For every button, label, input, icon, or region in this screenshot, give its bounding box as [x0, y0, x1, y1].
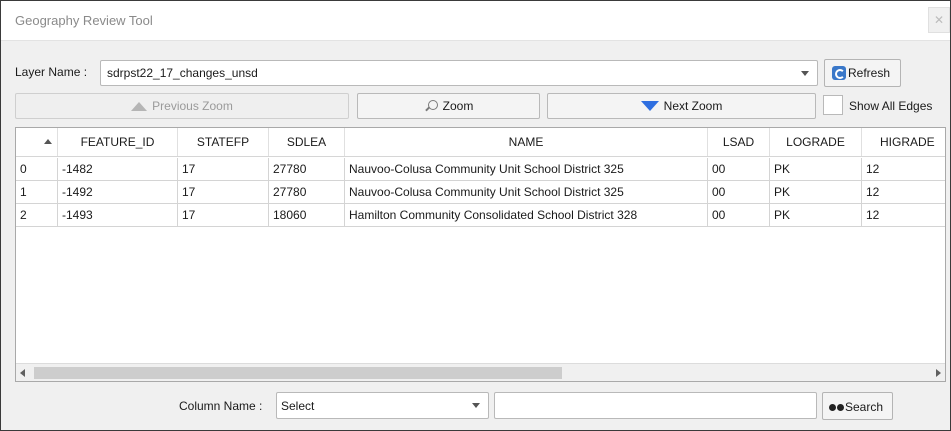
layer-name-select[interactable]: sdrpst22_17_changes_unsd — [100, 60, 818, 86]
column-header-sdlea[interactable]: SDLEA — [269, 128, 345, 156]
table-body: 0 -1482 17 27780 Nauvoo-Colusa Community… — [16, 158, 945, 362]
feature-id-cell: -1492 — [58, 181, 178, 204]
features-table: FEATURE_ID STATEFP SDLEA NAME LSAD LOGRA… — [15, 127, 946, 382]
statefp-cell: 17 — [178, 181, 269, 204]
chevron-down-icon — [801, 71, 809, 76]
statefp-cell: 17 — [178, 158, 269, 181]
scrollbar-thumb[interactable] — [34, 367, 562, 379]
table-row[interactable]: 0 -1482 17 27780 Nauvoo-Colusa Community… — [16, 158, 945, 181]
lograde-cell: PK — [770, 158, 862, 181]
geography-review-window: Geography Review Tool ✕ Layer Name : sdr… — [0, 0, 951, 431]
statefp-cell: 17 — [178, 204, 269, 227]
table-row[interactable]: 2 -1493 17 18060 Hamilton Community Cons… — [16, 204, 945, 227]
higrade-cell: 12 — [862, 158, 945, 181]
column-header-lsad[interactable]: LSAD — [708, 128, 770, 156]
row-index-cell: 0 — [16, 158, 58, 181]
title-bar: Geography Review Tool ✕ — [1, 1, 950, 41]
refresh-icon — [832, 66, 846, 80]
close-button[interactable]: ✕ — [928, 7, 950, 33]
magnifier-icon — [424, 99, 438, 113]
next-zoom-button[interactable]: Next Zoom — [547, 93, 816, 119]
refresh-label: Refresh — [848, 66, 891, 80]
close-icon: ✕ — [933, 13, 945, 27]
sdlea-cell: 27780 — [269, 181, 345, 204]
refresh-button[interactable]: Refresh — [824, 59, 901, 87]
horizontal-scrollbar[interactable] — [16, 363, 945, 381]
window-title: Geography Review Tool — [15, 13, 153, 28]
column-header-name[interactable]: NAME — [345, 128, 708, 156]
down-triangle-icon — [640, 101, 659, 111]
layer-name-label: Layer Name : — [15, 65, 88, 79]
show-all-edges-label: Show All Edges — [849, 99, 933, 113]
column-name-value: Select — [281, 399, 315, 413]
search-input[interactable] — [494, 392, 817, 419]
lsad-cell: 00 — [708, 204, 770, 227]
column-header-index[interactable] — [16, 128, 58, 156]
lsad-cell: 00 — [708, 181, 770, 204]
column-name-label: Column Name : — [179, 399, 263, 413]
scroll-left-icon[interactable] — [20, 369, 25, 377]
sdlea-cell: 27780 — [269, 158, 345, 181]
zoom-button[interactable]: Zoom — [357, 93, 540, 119]
sort-ascending-icon — [44, 139, 52, 144]
column-header-lograde[interactable]: LOGRADE — [770, 128, 862, 156]
search-row: Column Name : Select Search — [1, 392, 950, 420]
lograde-cell: PK — [770, 204, 862, 227]
chevron-down-icon — [472, 403, 480, 408]
row-index-cell: 1 — [16, 181, 58, 204]
table-row[interactable]: 1 -1492 17 27780 Nauvoo-Colusa Community… — [16, 181, 945, 204]
higrade-cell: 12 — [862, 181, 945, 204]
column-header-statefp[interactable]: STATEFP — [178, 128, 269, 156]
show-all-edges-checkbox[interactable] — [823, 95, 843, 115]
layer-row: Layer Name : sdrpst22_17_changes_unsd Re… — [1, 59, 950, 87]
column-header-feature-id[interactable]: FEATURE_ID — [58, 128, 178, 156]
previous-zoom-label: Previous Zoom — [152, 99, 233, 113]
scroll-right-icon[interactable] — [936, 369, 941, 377]
column-header-higrade[interactable]: HIGRADE — [862, 128, 945, 156]
sdlea-cell: 18060 — [269, 204, 345, 227]
next-zoom-label: Next Zoom — [663, 99, 723, 113]
search-label: Search — [845, 400, 884, 414]
table-header: FEATURE_ID STATEFP SDLEA NAME LSAD LOGRA… — [16, 128, 945, 157]
lsad-cell: 00 — [708, 158, 770, 181]
binoculars-icon — [829, 402, 845, 412]
zoom-label: Zoom — [442, 99, 474, 113]
zoom-toolbar: Previous Zoom Zoom Next Zoom Show All Ed… — [1, 93, 950, 119]
feature-id-cell: -1493 — [58, 204, 178, 227]
search-button[interactable]: Search — [822, 392, 893, 420]
feature-id-cell: -1482 — [58, 158, 178, 181]
name-cell: Nauvoo-Colusa Community Unit School Dist… — [345, 158, 708, 181]
layer-name-value: sdrpst22_17_changes_unsd — [107, 66, 258, 80]
previous-zoom-button[interactable]: Previous Zoom — [15, 93, 349, 119]
row-index-cell: 2 — [16, 204, 58, 227]
higrade-cell: 12 — [862, 204, 945, 227]
name-cell: Hamilton Community Consolidated School D… — [345, 204, 708, 227]
lograde-cell: PK — [770, 181, 862, 204]
column-name-select[interactable]: Select — [276, 392, 489, 419]
name-cell: Nauvoo-Colusa Community Unit School Dist… — [345, 181, 708, 204]
mountain-icon — [131, 101, 148, 111]
